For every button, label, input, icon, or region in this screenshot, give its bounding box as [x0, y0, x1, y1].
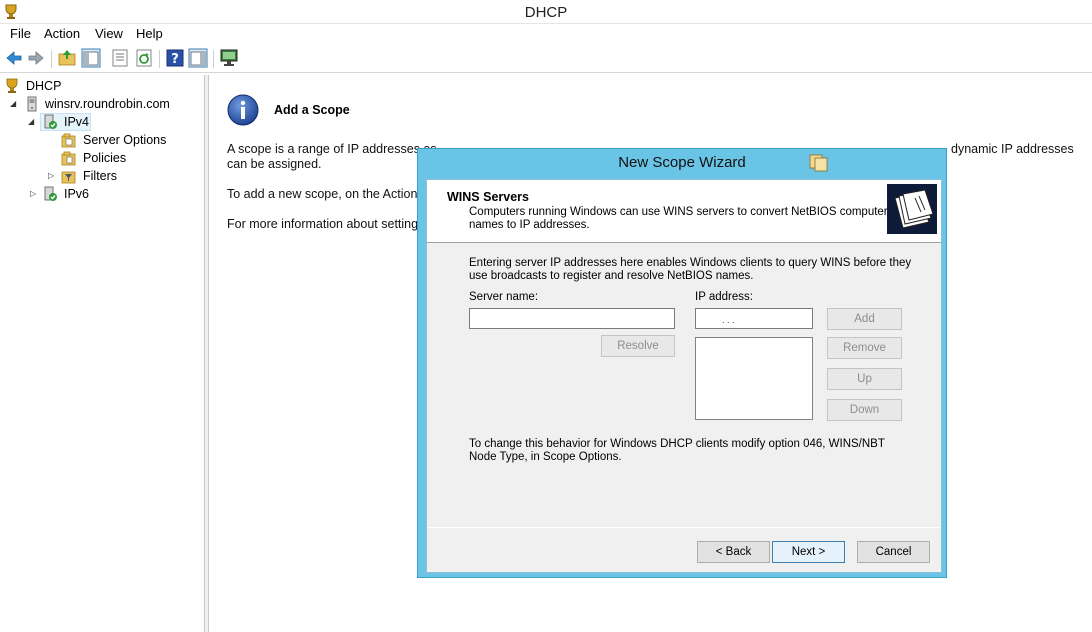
tree-label: IPv6: [64, 187, 90, 201]
tree-item-policies[interactable]: Policies: [60, 149, 204, 167]
wizard-header: WINS Servers Computers running Windows c…: [427, 180, 941, 243]
server-icon: [27, 96, 37, 112]
wizard-pages-icon: [809, 154, 828, 172]
toolbar-separator: [159, 50, 160, 68]
ip-address-dots: . . .: [722, 315, 735, 325]
wins-server-list[interactable]: [695, 337, 813, 420]
wizard-title: New Scope Wizard: [618, 154, 746, 171]
ipv4-server-icon: [44, 114, 57, 129]
wizard-page-description: Computers running Windows can use WINS s…: [469, 206, 888, 231]
back-button[interactable]: < Back: [697, 541, 770, 563]
result-paragraph-2: To add a new scope, on the Action r: [227, 187, 426, 201]
back-icon[interactable]: [4, 48, 24, 68]
cancel-button[interactable]: Cancel: [857, 541, 930, 563]
show-hide-console-tree-icon[interactable]: [81, 48, 101, 68]
wizard-footer-divider: [427, 527, 941, 528]
toolbar: ?: [0, 45, 1092, 73]
window-title: DHCP: [524, 4, 568, 21]
svg-text:?: ?: [171, 52, 179, 67]
tree-item-ipv4[interactable]: ◢ IPv4: [28, 113, 204, 131]
export-list-icon[interactable]: [110, 48, 130, 68]
resolve-button[interactable]: Resolve: [601, 335, 675, 357]
ip-address-label: IP address:: [695, 291, 753, 303]
tree-item-filters[interactable]: ▷ Filters: [46, 167, 204, 185]
policies-icon: [61, 151, 76, 166]
server-options-icon: [61, 133, 76, 148]
tree-label: DHCP: [26, 79, 62, 93]
tree-label: Server Options: [83, 133, 167, 147]
title-bar: DHCP: [0, 0, 1092, 24]
filters-icon: [61, 171, 76, 184]
expand-arrow-icon[interactable]: ▷: [48, 172, 56, 180]
info-icon: [227, 94, 259, 126]
menu-help[interactable]: Help: [134, 26, 165, 41]
result-paragraph-3: For more information about setting: [227, 217, 419, 231]
menu-view[interactable]: View: [93, 26, 125, 41]
tree-label: Filters: [83, 169, 118, 183]
result-heading: Add a Scope: [274, 103, 350, 117]
console-tree[interactable]: DHCP ◢ winsrv.roundrobin.com ◢ IPv4 Serv…: [0, 75, 205, 632]
down-button[interactable]: Down: [827, 399, 902, 421]
menu-bar: File Action View Help: [0, 24, 1092, 44]
tree-label: Policies: [83, 151, 127, 165]
ip-address-input[interactable]: . . .: [695, 308, 813, 329]
refresh-icon[interactable]: [134, 48, 154, 68]
server-name-input[interactable]: [469, 308, 675, 329]
up-folder-icon[interactable]: [57, 48, 77, 68]
server-name-label: Server name:: [469, 291, 539, 303]
collapse-arrow-icon[interactable]: ◢: [28, 118, 36, 126]
next-button[interactable]: Next >: [772, 541, 845, 563]
wizard-page-title: WINS Servers: [447, 190, 529, 204]
new-scope-wizard-dialog: New Scope Wizard WINS Servers Computers …: [417, 148, 947, 578]
pane-splitter[interactable]: [205, 75, 209, 632]
show-hide-action-pane-icon[interactable]: [188, 48, 208, 68]
folders-graphic-icon: [887, 184, 937, 234]
node-type-note: To change this behavior for Windows DHCP…: [469, 438, 885, 463]
forward-icon[interactable]: [26, 48, 46, 68]
collapse-arrow-icon[interactable]: ◢: [10, 100, 18, 108]
monitor-icon[interactable]: [219, 48, 239, 68]
add-button[interactable]: Add: [827, 308, 902, 330]
result-paragraph-1-tail: dynamic IP addresses: [951, 142, 1074, 156]
wizard-body: WINS Servers Computers running Windows c…: [426, 179, 942, 573]
ipv6-server-icon: [44, 186, 57, 201]
tree-item-dhcp[interactable]: DHCP: [4, 77, 204, 95]
tree-label: IPv4: [64, 115, 90, 129]
menu-action[interactable]: Action: [42, 26, 82, 41]
dhcp-trophy-icon: [6, 78, 18, 93]
result-paragraph-1: A scope is a range of IP addresses as: [227, 142, 437, 156]
tree-label: winsrv.roundrobin.com: [45, 97, 170, 111]
remove-button[interactable]: Remove: [827, 337, 902, 359]
toolbar-separator: [51, 50, 52, 68]
menu-file[interactable]: File: [8, 26, 33, 41]
tree-item-ipv6[interactable]: ▷ IPv6: [28, 185, 204, 203]
up-button[interactable]: Up: [827, 368, 902, 390]
expand-arrow-icon[interactable]: ▷: [30, 190, 38, 198]
wins-intro-text: Entering server IP addresses here enable…: [469, 257, 912, 282]
result-paragraph-1-cont: can be assigned.: [227, 157, 322, 171]
tree-item-server-options[interactable]: Server Options: [60, 131, 204, 149]
help-icon[interactable]: ?: [165, 48, 185, 68]
toolbar-separator: [213, 50, 214, 68]
tree-item-server[interactable]: ◢ winsrv.roundrobin.com: [10, 95, 204, 113]
